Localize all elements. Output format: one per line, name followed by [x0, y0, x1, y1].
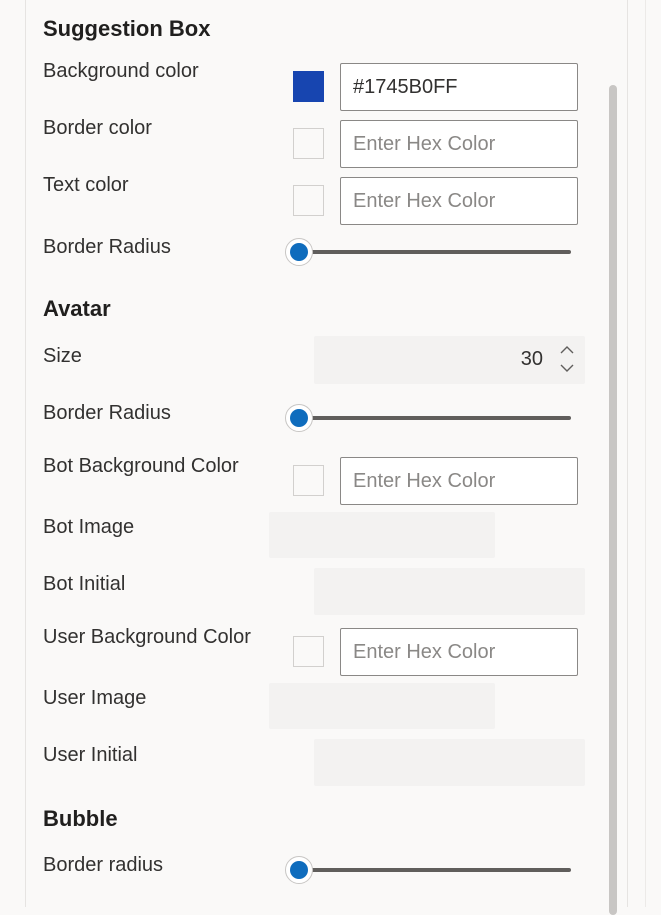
- panel-left-border: [25, 0, 26, 907]
- bot-initial-field[interactable]: [314, 568, 585, 615]
- user-image-field[interactable]: [269, 683, 495, 729]
- bot-image-label: Bot Image: [43, 516, 135, 538]
- slider-thumb-dot: [290, 409, 308, 427]
- bot-background-color-input[interactable]: [340, 457, 578, 505]
- user-initial-label: User Initial: [43, 744, 138, 766]
- text-color-input[interactable]: [340, 177, 578, 225]
- bot-background-color-label: Bot Background Color: [43, 455, 239, 477]
- background-color-input[interactable]: [340, 63, 578, 111]
- panel-right-border: [627, 0, 628, 907]
- bot-image-field[interactable]: [269, 512, 495, 558]
- bubble-border-radius-slider[interactable]: [299, 868, 571, 872]
- bubble-border-radius-label: Border radius: [43, 854, 164, 876]
- user-initial-field[interactable]: [314, 739, 585, 786]
- suggestion-border-radius-slider[interactable]: [299, 250, 571, 254]
- border-color-swatch[interactable]: [293, 128, 324, 159]
- bot-initial-label: Bot Initial: [43, 573, 126, 595]
- slider-thumb-dot: [290, 243, 308, 261]
- chevron-down-icon[interactable]: [557, 360, 577, 376]
- section-title-avatar: Avatar: [43, 296, 111, 321]
- text-color-swatch[interactable]: [293, 185, 324, 216]
- section-title-suggestion-box: Suggestion Box: [43, 16, 211, 41]
- user-background-color-label: User Background Color: [43, 626, 251, 648]
- scrollbar-thumb[interactable]: [609, 85, 617, 915]
- user-background-color-input[interactable]: [340, 628, 578, 676]
- avatar-size-value: 30: [520, 348, 543, 370]
- bubble-border-radius-slider-thumb[interactable]: [285, 856, 313, 884]
- text-color-label: Text color: [43, 174, 129, 196]
- avatar-size-spinbutton[interactable]: 30: [314, 336, 585, 384]
- bot-background-color-swatch[interactable]: [293, 465, 324, 496]
- border-color-input[interactable]: [340, 120, 578, 168]
- avatar-size-label: Size: [43, 345, 82, 367]
- suggestion-border-radius-slider-thumb[interactable]: [285, 238, 313, 266]
- user-background-color-swatch[interactable]: [293, 636, 324, 667]
- background-color-swatch[interactable]: [293, 71, 324, 102]
- border-color-label: Border color: [43, 117, 152, 139]
- avatar-border-radius-label: Border Radius: [43, 402, 171, 424]
- background-color-label: Background color: [43, 60, 199, 82]
- window-edge: [645, 0, 646, 907]
- avatar-border-radius-slider-thumb[interactable]: [285, 404, 313, 432]
- chevron-up-icon[interactable]: [557, 342, 577, 358]
- avatar-border-radius-slider[interactable]: [299, 416, 571, 420]
- suggestion-border-radius-label: Border Radius: [43, 236, 171, 258]
- section-title-bubble: Bubble: [43, 806, 118, 831]
- slider-thumb-dot: [290, 861, 308, 879]
- user-image-label: User Image: [43, 687, 147, 709]
